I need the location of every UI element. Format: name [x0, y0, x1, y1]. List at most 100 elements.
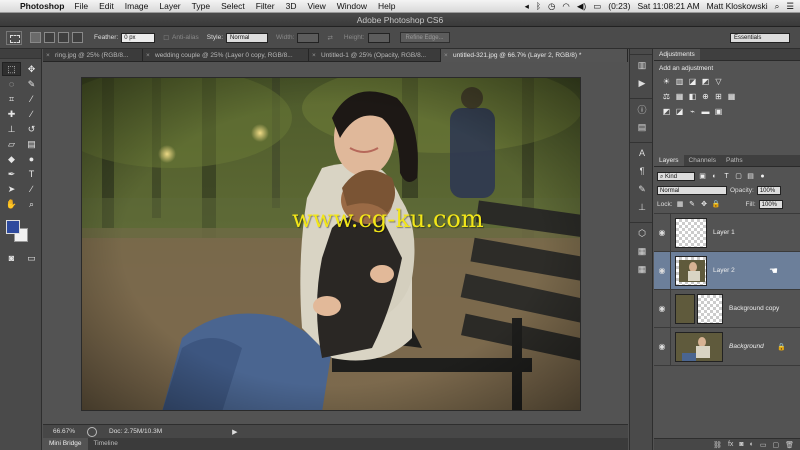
photo-filter-icon[interactable]: ⊕: [701, 92, 710, 101]
visibility-eye-icon[interactable]: ◉: [654, 304, 670, 313]
invert-icon[interactable]: ◩: [662, 107, 671, 116]
layer-thumbnail[interactable]: [675, 255, 707, 286]
lasso-tool-icon[interactable]: ◌: [2, 77, 21, 91]
layer-filter-kind-select[interactable]: ⌕ Kind: [657, 171, 695, 181]
zoom-level[interactable]: 66.67%: [43, 428, 81, 435]
spotlight-icon[interactable]: ⌕: [775, 1, 780, 12]
doc-tab-ring[interactable]: × ring.jpg @ 25% (RGB/8...: [43, 49, 143, 62]
refine-edge-button[interactable]: Refine Edge...: [399, 32, 450, 43]
share-icon[interactable]: [87, 426, 97, 437]
quick-mask-icon[interactable]: ◙: [2, 251, 21, 265]
layer-comps-panel-icon[interactable]: ▦: [633, 243, 651, 259]
menu-image[interactable]: Image: [125, 1, 149, 11]
layer-name[interactable]: Layer 2: [713, 267, 735, 274]
tab-adjustments[interactable]: Adjustments: [654, 49, 700, 60]
filter-adjustment-icon[interactable]: ◐: [710, 172, 719, 181]
color-lookup-icon[interactable]: ▦: [727, 92, 736, 101]
add-mask-icon[interactable]: ◙: [739, 441, 743, 448]
visibility-eye-icon[interactable]: ◉: [654, 228, 670, 237]
pen-tool-icon[interactable]: ✒: [2, 167, 21, 181]
zoom-tool-icon[interactable]: ⌕: [22, 197, 41, 211]
hue-saturation-icon[interactable]: ⚖: [662, 92, 671, 101]
dodge-tool-icon[interactable]: ●: [22, 152, 41, 166]
menu-window[interactable]: Window: [337, 1, 367, 11]
volume-icon[interactable]: ◂: [525, 1, 529, 12]
healing-brush-tool-icon[interactable]: ✚: [2, 107, 21, 121]
height-input[interactable]: [367, 32, 390, 43]
selective-color-icon[interactable]: ▣: [714, 107, 723, 116]
workspace-select[interactable]: Essentials: [730, 33, 790, 43]
menu-help[interactable]: Help: [378, 1, 395, 11]
visibility-eye-icon[interactable]: ◉: [654, 266, 670, 275]
blend-mode-select[interactable]: Normal: [657, 185, 727, 195]
notes-panel-icon[interactable]: ▦: [633, 261, 651, 277]
layer-row-layer-1[interactable]: ◉ Layer 1: [654, 213, 800, 252]
filter-smart-object-icon[interactable]: ▤: [746, 172, 755, 181]
lock-transparent-icon[interactable]: ▦: [676, 200, 685, 209]
new-group-icon[interactable]: ▭: [760, 441, 767, 449]
doc-tab-wedding-couple[interactable]: × wedding couple @ 25% (Layer 0 copy, RG…: [143, 49, 309, 62]
subtract-from-selection-button[interactable]: [58, 32, 69, 43]
shape-tool-icon[interactable]: ∕: [22, 182, 41, 196]
levels-icon[interactable]: ▥: [675, 77, 684, 86]
layer-name[interactable]: Layer 1: [713, 229, 735, 236]
black-white-icon[interactable]: ◧: [688, 92, 697, 101]
notification-icon[interactable]: ☰: [786, 1, 794, 12]
hand-tool-icon[interactable]: ✋: [2, 197, 21, 211]
battery-icon[interactable]: ▭: [593, 1, 601, 12]
exposure-icon[interactable]: ◩: [701, 77, 710, 86]
new-adjustment-layer-icon[interactable]: ◐: [750, 441, 754, 448]
antialias-checkbox[interactable]: ☐: [163, 34, 169, 42]
document-image[interactable]: www.cg-ku.com: [81, 77, 581, 411]
layer-thumbnail[interactable]: [675, 217, 707, 248]
layer-row-background[interactable]: ◉ Background 🔒: [654, 327, 800, 366]
dock-grip[interactable]: [630, 49, 652, 55]
posterize-icon[interactable]: ◪: [675, 107, 684, 116]
visibility-eye-icon[interactable]: ◉: [654, 342, 670, 351]
tab-mini-bridge[interactable]: Mini Bridge: [43, 438, 88, 450]
eraser-tool-icon[interactable]: ▱: [2, 137, 21, 151]
link-layers-icon[interactable]: ⛓: [713, 441, 722, 449]
history-brush-tool-icon[interactable]: ↺: [22, 122, 41, 136]
foreground-color-swatch[interactable]: [6, 220, 20, 234]
quick-selection-tool-icon[interactable]: ✎: [22, 77, 41, 91]
layer-thumbnail[interactable]: [675, 293, 695, 324]
gradient-tool-icon[interactable]: ▤: [22, 137, 41, 151]
tab-layers[interactable]: Layers: [654, 155, 684, 166]
filter-toggle-icon[interactable]: ●: [758, 172, 767, 181]
width-input[interactable]: [297, 32, 320, 43]
user-name[interactable]: Matt Kloskowski: [707, 1, 768, 11]
path-selection-tool-icon[interactable]: ➤: [2, 182, 21, 196]
layer-thumbnail[interactable]: [675, 331, 723, 362]
menu-file[interactable]: File: [74, 1, 88, 11]
add-to-selection-button[interactable]: [44, 32, 55, 43]
filter-shape-icon[interactable]: ▢: [734, 172, 743, 181]
layer-mask-thumbnail[interactable]: [697, 293, 723, 324]
clone-stamp-tool-icon[interactable]: ⊥: [2, 122, 21, 136]
new-layer-icon[interactable]: ▢: [772, 441, 779, 449]
layer-row-background-copy[interactable]: ◉ Background copy: [654, 289, 800, 328]
layer-name[interactable]: Background copy: [729, 305, 779, 312]
threshold-icon[interactable]: ⌁: [688, 107, 697, 116]
time-machine-icon[interactable]: ◷: [548, 1, 555, 12]
blur-tool-icon[interactable]: ◆: [2, 152, 21, 166]
tool-preset-picker[interactable]: [6, 30, 22, 45]
filter-pixel-icon[interactable]: ▣: [698, 172, 707, 181]
vibrance-icon[interactable]: ▽: [714, 77, 723, 86]
brush-tool-icon[interactable]: ∕: [22, 107, 41, 121]
delete-layer-icon[interactable]: 🗑: [785, 441, 794, 449]
lock-pixels-icon[interactable]: ✎: [688, 200, 697, 209]
close-tab-icon[interactable]: ×: [46, 49, 50, 62]
layer-name[interactable]: Background: [729, 343, 764, 350]
tab-timeline[interactable]: Timeline: [88, 438, 124, 450]
rectangular-marquee-tool-icon[interactable]: ⬚: [2, 62, 21, 76]
close-tab-icon[interactable]: ×: [312, 49, 316, 62]
canvas-area[interactable]: www.cg-ku.com: [43, 62, 628, 424]
channel-mixer-icon[interactable]: ⊞: [714, 92, 723, 101]
3d-panel-icon[interactable]: ⬡: [633, 225, 651, 241]
paragraph-panel-icon[interactable]: ¶: [633, 163, 651, 179]
menu-view[interactable]: View: [307, 1, 325, 11]
menu-type[interactable]: Type: [192, 1, 210, 11]
type-tool-icon[interactable]: T: [22, 167, 41, 181]
sound-icon[interactable]: ◀): [577, 1, 586, 12]
